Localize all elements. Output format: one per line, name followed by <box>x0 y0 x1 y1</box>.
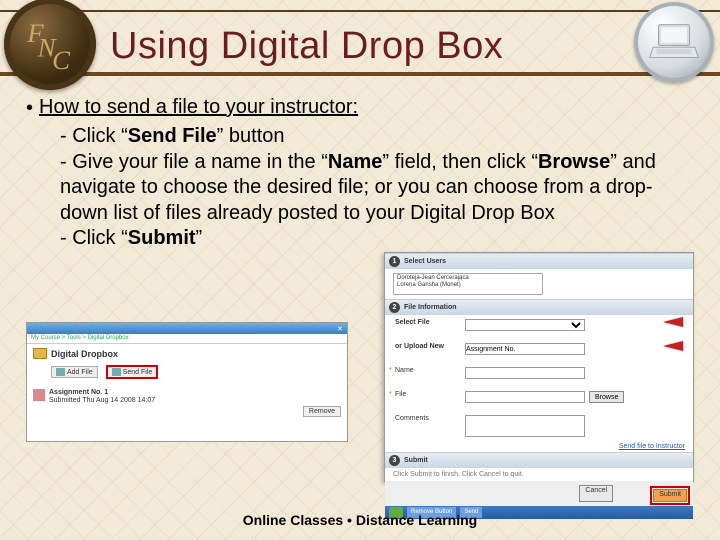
page-title: Using Digital Drop Box <box>110 25 503 68</box>
content-area: • How to send a file to your instructor:… <box>0 82 720 252</box>
add-file-button[interactable]: Add File <box>51 366 98 378</box>
section-2-header: 2 File Information <box>385 300 693 315</box>
assignment-date: Submitted Thu Aug 14 2008 14:07 <box>49 397 155 404</box>
users-listbox[interactable]: Doroteja-Jean Cercerająca Lorena Gansha … <box>393 273 543 295</box>
add-file-icon <box>56 368 65 376</box>
step-1-pre: - Click “ <box>60 125 128 147</box>
file-icon <box>33 389 45 401</box>
step-3-post: ” <box>196 227 203 249</box>
section-1-header: 1 Select Users <box>385 254 693 269</box>
step-2-bold2: Browse <box>538 151 610 173</box>
section-2-title: File Information <box>404 304 457 311</box>
browse-button[interactable]: Browse <box>589 391 624 403</box>
step-number-1: 1 <box>389 256 400 267</box>
lead-text: How to send a file to your instructor: <box>39 96 358 119</box>
user-option-2: Lorena Gansha (Monet) <box>397 282 539 289</box>
bullet-icon: • <box>26 96 33 120</box>
remove-button[interactable]: Remove <box>303 406 341 417</box>
label-select-file: Select File <box>395 319 457 326</box>
screenshot-dropbox-list: ✕ My Course > Tools > Digital Dropbox Di… <box>26 322 348 442</box>
label-file: File <box>395 391 457 398</box>
footer-text: Online Classes • Distance Learning <box>0 512 720 528</box>
required-star-icon: * <box>389 391 392 398</box>
lead-bullet-row: • How to send a file to your instructor: <box>26 96 694 120</box>
row-upload-new: or Upload New <box>385 339 693 363</box>
file-input[interactable] <box>465 391 585 403</box>
name-input[interactable] <box>465 367 585 379</box>
laptop-badge <box>634 2 714 82</box>
users-body: Doroteja-Jean Cercerająca Lorena Gansha … <box>385 269 693 299</box>
screenshot-send-file-form: 1 Select Users Doroteja-Jean Cercerająca … <box>384 252 694 482</box>
step-3-bold: Submit <box>128 227 196 249</box>
breadcrumb: My Course > Tools > Digital Dropbox <box>27 334 347 344</box>
send-file-icon <box>112 368 121 376</box>
steps-block: - Click “Send File” button - Give your f… <box>60 124 694 252</box>
step-3: - Click “Submit” <box>60 226 694 252</box>
upload-new-input[interactable] <box>465 343 585 355</box>
callout-arrow-icon <box>663 341 683 351</box>
row-comments: Comments <box>385 411 693 441</box>
svg-text:C: C <box>52 45 71 75</box>
select-file-dropdown[interactable] <box>465 319 585 331</box>
assignment-text: Assignment No. 1 Submitted Thu Aug 14 20… <box>49 389 155 406</box>
step-number-3: 3 <box>389 455 400 466</box>
cancel-button[interactable]: Cancel <box>579 485 613 502</box>
step-3-pre: - Click “ <box>60 227 128 249</box>
dropbox-heading: Digital Dropbox <box>27 344 347 363</box>
window-titlebar: ✕ <box>27 323 347 334</box>
logo-badge: F N C <box>4 0 96 90</box>
screenshots-area: ✕ My Course > Tools > Digital Dropbox Di… <box>26 322 694 482</box>
section-select-users: 1 Select Users Doroteja-Jean Cercerająca … <box>385 253 693 299</box>
label-comments: Comments <box>395 415 457 422</box>
label-name: Name <box>395 367 457 374</box>
add-file-label: Add File <box>67 369 93 376</box>
step-2-pre: - Give your file a name in the “ <box>60 151 328 173</box>
callout-arrow-icon <box>663 317 683 327</box>
section-file-info: 2 File Information Select File or Upload … <box>385 299 693 452</box>
step-2-bold1: Name <box>328 151 382 173</box>
send-file-button[interactable]: Send File <box>106 365 159 379</box>
header: F N C Using Digital Drop Box <box>0 0 720 82</box>
submit-hint: Click Submit to finish. Click Cancel to … <box>385 468 693 481</box>
step-1: - Click “Send File” button <box>60 124 694 150</box>
step-1-bold: Send File <box>128 125 217 147</box>
send-file-label: Send File <box>123 369 153 376</box>
row-name: * Name <box>385 363 693 387</box>
header-rule-bottom <box>0 72 720 76</box>
laptop-icon <box>648 22 700 62</box>
section-1-title: Select Users <box>404 258 446 265</box>
row-instructor-link: Send file to Instructor <box>385 441 693 452</box>
row-file: * File Browse <box>385 387 693 411</box>
required-star-icon: * <box>389 367 392 374</box>
submit-button[interactable]: Submit <box>653 489 687 502</box>
step-1-post: ” button <box>217 125 285 147</box>
dropbox-toolbar: Add File Send File <box>27 363 347 385</box>
user-option-1: Doroteja-Jean Cercerająca <box>397 275 539 282</box>
logo-monogram-icon: F N C <box>19 13 81 75</box>
send-to-instructor-link[interactable]: Send file to Instructor <box>619 443 685 450</box>
comments-input[interactable] <box>465 415 585 437</box>
step-2-mid: ” field, then click “ <box>382 151 538 173</box>
assignment-row: Assignment No. 1 Submitted Thu Aug 14 20… <box>27 385 347 410</box>
header-rule-top <box>0 10 720 12</box>
label-upload-new: or Upload New <box>395 343 457 350</box>
assignment-name: Assignment No. 1 <box>49 389 108 396</box>
form-footer: Cancel Submit <box>385 481 693 506</box>
dropbox-heading-text: Digital Dropbox <box>51 349 118 359</box>
row-select-file: Select File <box>385 315 693 339</box>
step-2: - Give your file a name in the “Name” fi… <box>60 150 694 227</box>
section-submit: 3 Submit Click Submit to finish. Click Ca… <box>385 452 693 506</box>
folder-icon <box>33 348 47 359</box>
section-3-header: 3 Submit <box>385 453 693 468</box>
section-3-title: Submit <box>404 457 428 464</box>
step-number-2: 2 <box>389 302 400 313</box>
